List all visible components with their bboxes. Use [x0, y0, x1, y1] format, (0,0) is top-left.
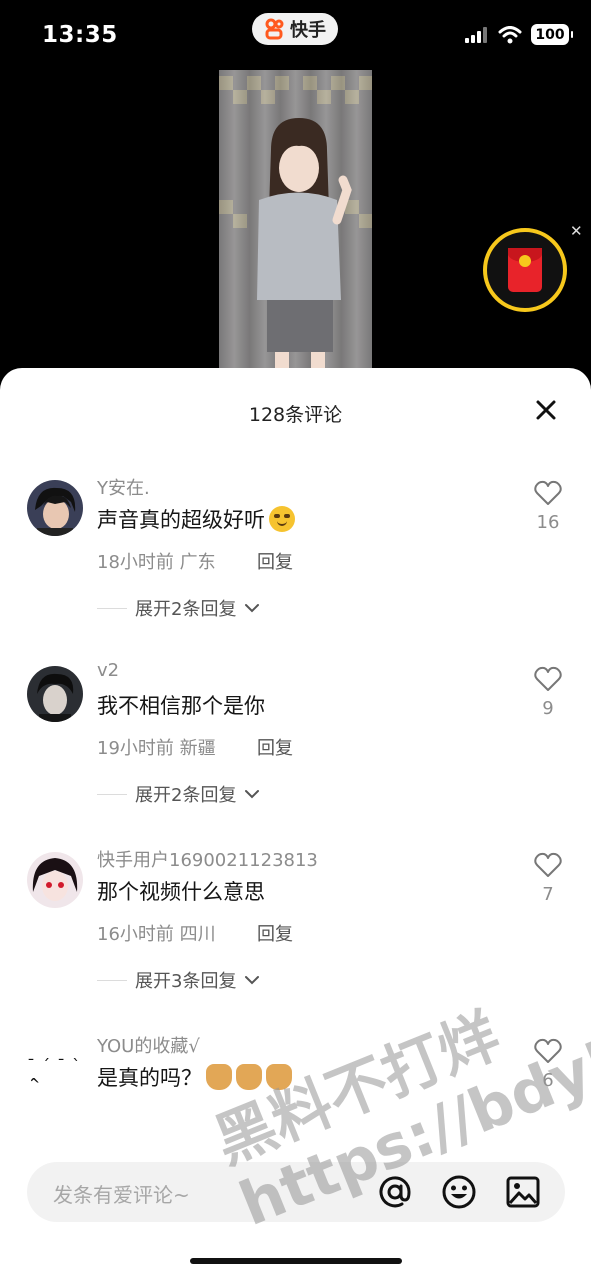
- comment-text: 声音真的超级好听: [97, 504, 295, 534]
- comment-region: 四川: [179, 924, 216, 945]
- chevron-down-icon: [245, 790, 260, 799]
- comment-meta: 16小时前 四川: [97, 920, 216, 946]
- divider: [97, 979, 127, 981]
- comment-item: v2 我不相信那个是你 19小时前 新疆 回复 展开2条回复 9: [0, 660, 591, 846]
- comment-username[interactable]: Y安在.: [97, 474, 150, 500]
- chevron-down-icon: [245, 604, 260, 613]
- signal-icon: [465, 26, 487, 43]
- like-count: 16: [536, 512, 560, 533]
- red-packet-icon: [508, 248, 542, 292]
- home-indicator[interactable]: [190, 1258, 402, 1264]
- coin-icon: [519, 255, 531, 267]
- ks-logo-icon: [265, 18, 284, 40]
- avatar[interactable]: [27, 480, 83, 536]
- comment-region: 广东: [179, 552, 216, 573]
- comment-text-content: 声音真的超级好听: [97, 508, 265, 532]
- comment-item: 快手用户1690021123813 那个视频什么意思 16小时前 四川 回复 展…: [0, 850, 591, 1032]
- comment-text-content: 那个视频什么意思: [97, 880, 265, 904]
- expand-replies-label: 展开3条回复: [135, 971, 237, 992]
- comment-item: Y安在. 声音真的超级好听 18小时前 广东 回复 展开2条回复 16: [0, 478, 591, 660]
- avatar[interactable]: ˉ ˊ ˉ ˋ ^: [27, 1038, 83, 1094]
- status-time: 13:35: [42, 22, 118, 48]
- video-thumbnail: [219, 70, 372, 368]
- divider: [97, 607, 127, 609]
- status-indicators: 100: [465, 24, 573, 45]
- app-name: 快手: [290, 20, 326, 41]
- smirk-emoji-icon: [269, 506, 295, 532]
- heart-icon[interactable]: [534, 1038, 562, 1064]
- chevron-down-icon: [245, 976, 260, 985]
- heart-icon[interactable]: [534, 480, 562, 506]
- expand-replies-label: 展开2条回复: [135, 599, 237, 620]
- comment-time: 18小时前: [97, 552, 174, 573]
- reply-button[interactable]: 回复: [257, 548, 293, 574]
- comment-text: 那个视频什么意思: [97, 876, 265, 906]
- close-icon[interactable]: [534, 398, 558, 422]
- battery-level: 100: [535, 26, 565, 43]
- heart-icon[interactable]: [534, 852, 562, 878]
- video-player[interactable]: [219, 70, 372, 368]
- comment-username[interactable]: v2: [97, 660, 119, 681]
- battery-icon: 100: [531, 24, 573, 45]
- comment-text-content: 我不相信那个是你: [97, 694, 265, 718]
- avatar-text: ˉ ˊ ˉ ˋ ^: [27, 1056, 82, 1094]
- image-icon[interactable]: [504, 1173, 542, 1211]
- comment-region: 新疆: [179, 738, 216, 759]
- doge-emoji-icon: [266, 1064, 292, 1090]
- comment-input-bar[interactable]: 发条有爱评论~: [27, 1162, 565, 1222]
- at-icon[interactable]: [376, 1173, 414, 1211]
- divider: [97, 793, 127, 795]
- avatar[interactable]: [27, 666, 83, 722]
- red-packet-button[interactable]: [483, 228, 567, 312]
- reply-button[interactable]: 回复: [257, 920, 293, 946]
- expand-replies-button[interactable]: 展开3条回复: [97, 967, 262, 993]
- comment-text: 我不相信那个是你: [97, 690, 265, 720]
- reply-button[interactable]: 回复: [257, 734, 293, 760]
- comment-text: 是真的吗？: [97, 1062, 292, 1092]
- like-count: 7: [542, 884, 554, 905]
- doge-emoji-icon: [236, 1064, 262, 1090]
- comment-username[interactable]: YOU的收藏√: [97, 1032, 200, 1058]
- like-count: 6: [542, 1070, 554, 1091]
- emoji-icon[interactable]: [440, 1173, 478, 1211]
- comment-count-title: 128条评论: [248, 404, 343, 426]
- expand-replies-button[interactable]: 展开2条回复: [97, 781, 262, 807]
- avatar[interactable]: [27, 852, 83, 908]
- like-count: 9: [542, 698, 554, 719]
- wifi-icon: [498, 25, 522, 43]
- expand-replies-label: 展开2条回复: [135, 785, 237, 806]
- doge-emoji-icon: [206, 1064, 232, 1090]
- close-icon[interactable]: ✕: [570, 222, 583, 240]
- comment-meta: 18小时前 广东: [97, 548, 216, 574]
- comment-time: 19小时前: [97, 738, 174, 759]
- comment-input[interactable]: 发条有爱评论~: [53, 1179, 190, 1208]
- comment-time: 16小时前: [97, 924, 174, 945]
- comment-meta: 19小时前 新疆: [97, 734, 216, 760]
- status-bar: 13:35 快手 100: [0, 0, 591, 70]
- comment-sheet: 128条评论 Y安在. 声音真的超级好听 18小时前 广东 回复 展开2条回复: [0, 368, 591, 1280]
- heart-icon[interactable]: [534, 666, 562, 692]
- comment-text-content: 是真的吗？: [97, 1066, 202, 1090]
- comment-username[interactable]: 快手用户1690021123813: [97, 846, 318, 872]
- expand-replies-button[interactable]: 展开2条回复: [97, 595, 262, 621]
- app-source-pill[interactable]: 快手: [252, 13, 338, 45]
